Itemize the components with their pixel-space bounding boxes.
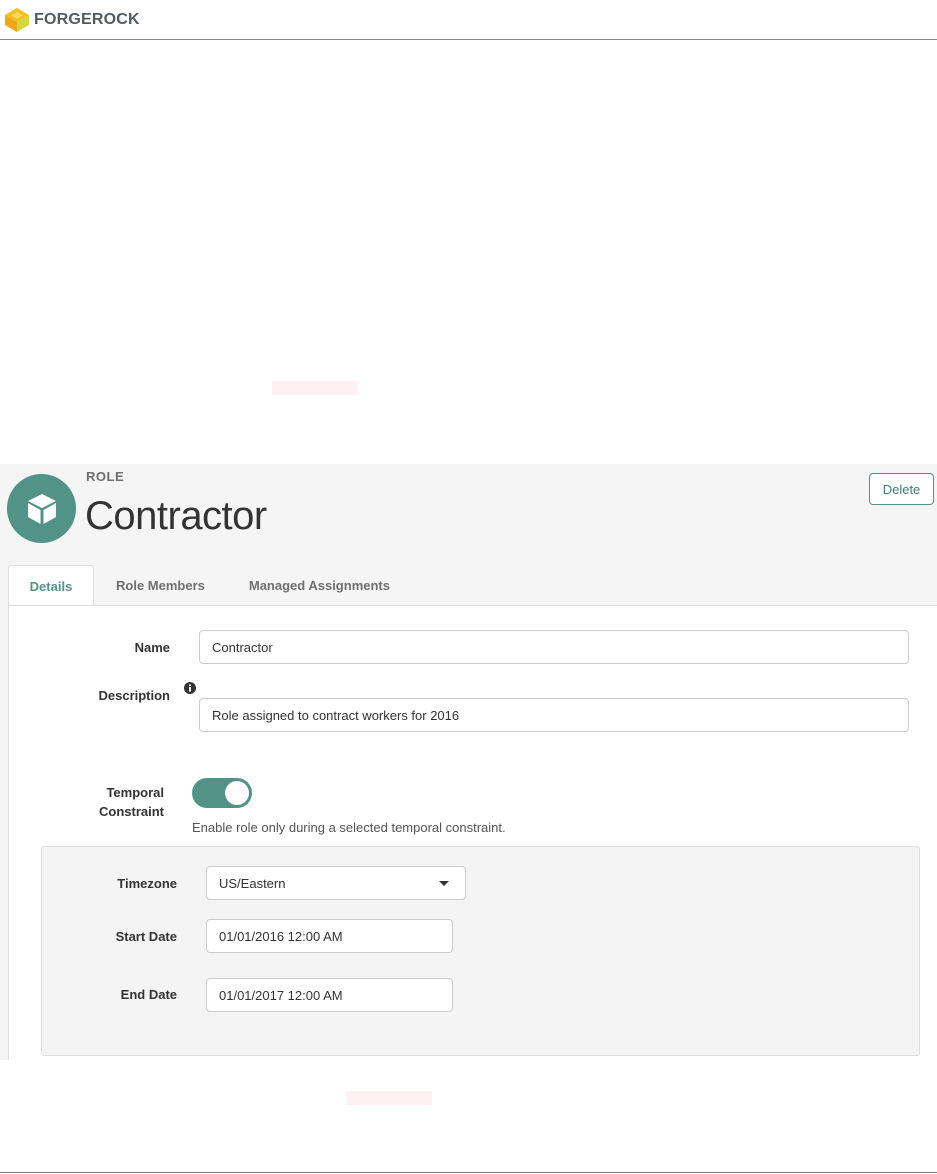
end-date-field[interactable]: 01/01/2017 12:00 AM [206, 978, 453, 1012]
start-date-field[interactable]: 01/01/2016 12:00 AM [206, 919, 453, 953]
description-label: Description [98, 688, 170, 703]
temporal-constraint-toggle[interactable] [192, 778, 252, 808]
info-icon[interactable] [184, 682, 196, 694]
tab-bar: Details Role Members Managed Assignments [8, 565, 412, 606]
name-field[interactable]: Contractor [199, 630, 909, 664]
caret-down-icon [439, 880, 449, 886]
timezone-select[interactable]: US/Eastern [206, 866, 466, 900]
tab-details[interactable]: Details [8, 565, 94, 606]
temporal-constraint-label-line2: Constraint [99, 804, 164, 819]
role-page: ROLE Contractor Delete Details Role Memb… [0, 464, 937, 1060]
temporal-constraint-label-line1: Temporal [106, 785, 164, 800]
forgerock-logo-icon [5, 8, 29, 32]
temporal-constraint-panel: Timezone US/Eastern Start Date 01/01/201… [41, 846, 920, 1056]
end-date-label: End Date [120, 987, 177, 1002]
start-date-label: Start Date [115, 929, 177, 944]
details-panel: Name Contractor Description Role assigne… [8, 605, 937, 1060]
highlight-mark [346, 1091, 432, 1105]
timezone-label: Timezone [117, 876, 177, 891]
toggle-knob [225, 781, 249, 805]
doc-header: FORGEROCK [0, 0, 937, 40]
page-title: Contractor [85, 494, 267, 538]
tab-role-members[interactable]: Role Members [94, 565, 227, 606]
tab-managed-assignments[interactable]: Managed Assignments [227, 565, 412, 606]
delete-button[interactable]: Delete [869, 473, 934, 505]
page-kicker: ROLE [86, 469, 125, 484]
highlight-mark [272, 381, 358, 395]
logo-text: FORGEROCK [34, 11, 140, 28]
forgerock-logo: FORGEROCK [4, 5, 140, 35]
temporal-constraint-help: Enable role only during a selected tempo… [192, 820, 506, 835]
footer-divider [0, 1172, 937, 1173]
description-field[interactable]: Role assigned to contract workers for 20… [199, 698, 909, 732]
cube-icon [27, 493, 56, 524]
name-label: Name [134, 640, 170, 655]
temporal-constraint-label: Temporal Constraint [49, 783, 164, 821]
role-avatar [7, 474, 76, 543]
timezone-value: US/Eastern [219, 875, 286, 891]
